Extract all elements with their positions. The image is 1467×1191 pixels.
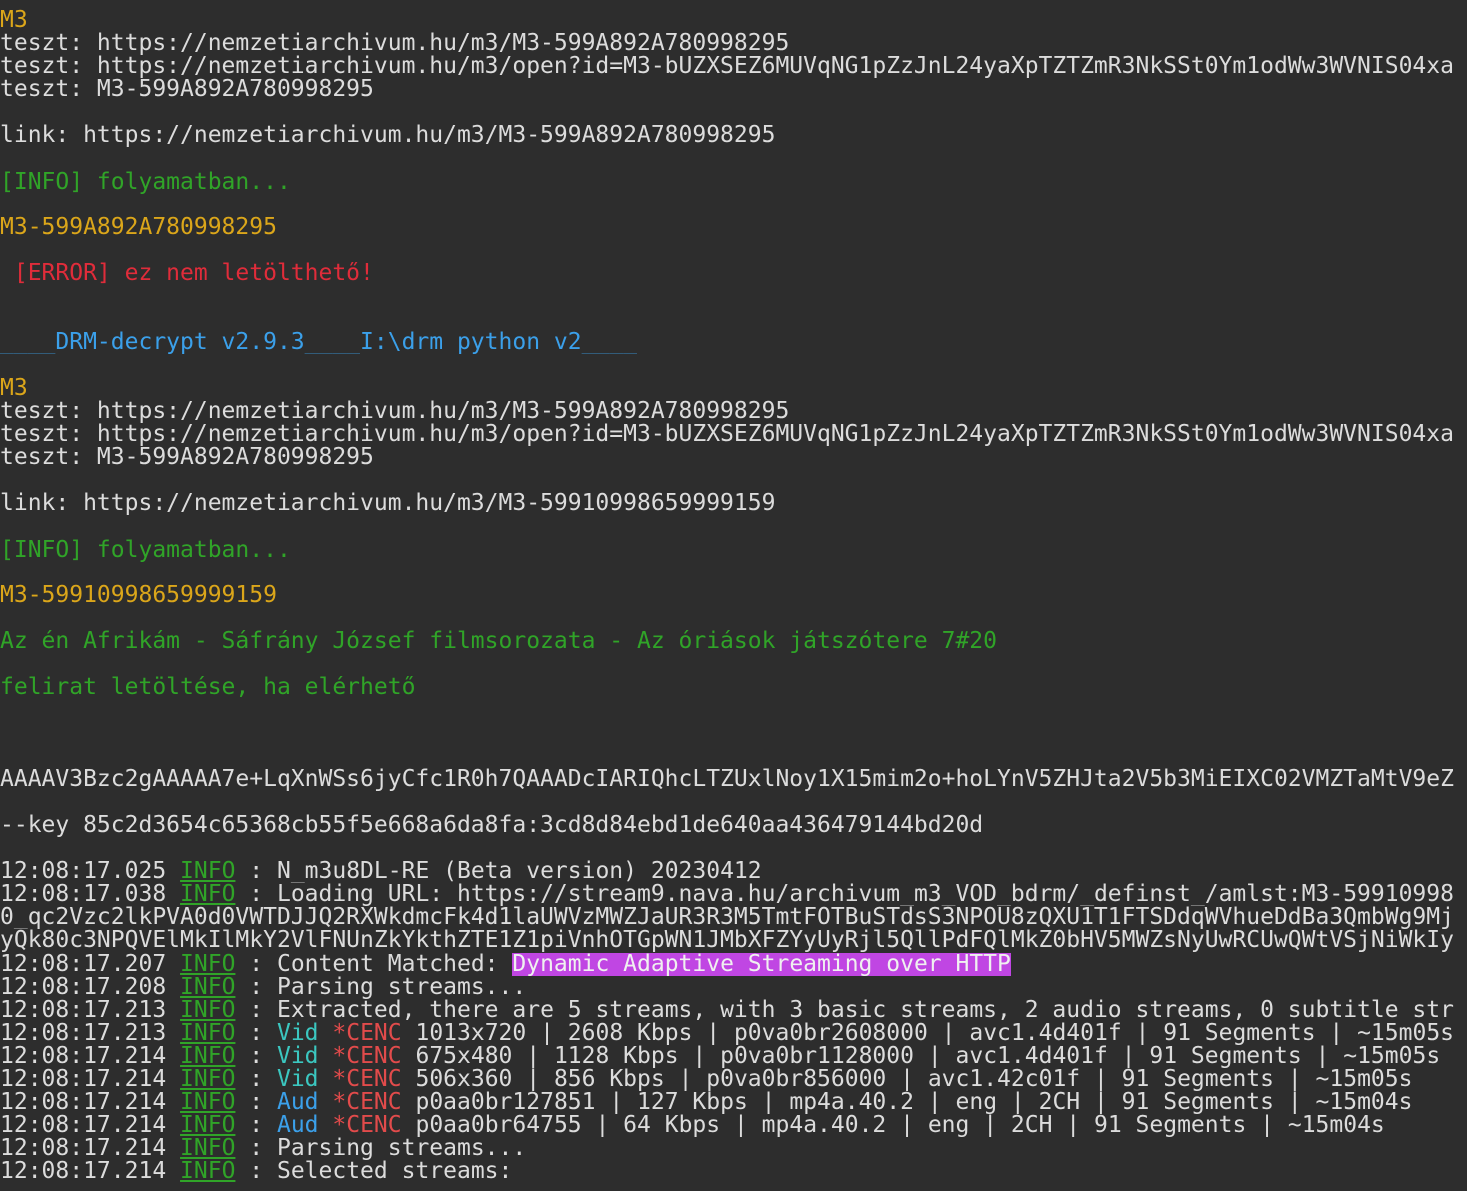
log-time: 12:08:17.214 <box>0 1045 167 1068</box>
episode-title-line: Az én Afrikám - Sáfrány József filmsoroz… <box>0 630 997 653</box>
stream-encryption: *CENC <box>332 1068 402 1091</box>
block1-label: M3 <box>0 9 28 32</box>
log-line: 12:08:17.214 INFO : Parsing streams... <box>0 1137 1467 1160</box>
stream-line: 12:08:17.213 INFO : Vid *CENC 1013x720 |… <box>0 1022 1467 1045</box>
block1-teszt-line-2: teszt: https://nemzetiarchivum.hu/m3/ope… <box>0 55 1454 78</box>
stream-details: 1013x720 | 2608 Kbps | p0va0br2608000 | … <box>401 1022 1455 1045</box>
log-text: N_m3u8DL-RE (Beta version) 20230412 <box>276 860 762 883</box>
stream-kind: Vid <box>276 1068 319 1091</box>
log-level: INFO <box>180 860 236 883</box>
stream-line: 12:08:17.214 INFO : Aud *CENC p0aa0br647… <box>0 1114 1467 1137</box>
log-time: 12:08:17.214 <box>0 1068 167 1091</box>
block2-teszt-line-1: teszt: https://nemzetiarchivum.hu/m3/M3-… <box>0 400 790 423</box>
log-line: 12:08:17.025 INFO : N_m3u8DL-RE (Beta ve… <box>0 860 1467 883</box>
log-text: Extracted, there are 5 streams, with 3 b… <box>276 999 1454 1022</box>
block2-teszt-line-3: teszt: M3-599A892A780998295 <box>0 446 374 469</box>
block2-id-line: M3-59910998659999159 <box>0 584 277 607</box>
log-level: INFO <box>180 1160 236 1183</box>
log-time: 12:08:17.025 <box>0 860 167 883</box>
stream-line: 12:08:17.214 INFO : Vid *CENC 506x360 | … <box>0 1068 1467 1091</box>
log-url-wrap-2: yQk80c3NPQVElMkIlMkY2VlFNUnZkYkthZTE1Z1p… <box>0 929 1454 952</box>
block2-info-line: [INFO] folyamatban... <box>0 539 291 562</box>
log-time: 12:08:17.213 <box>0 1022 167 1045</box>
log-separator: : <box>235 1091 277 1114</box>
version-banner: ____DRM-decrypt v2.9.3____I:\drm python … <box>0 331 637 354</box>
block1-teszt-line-3: teszt: M3-599A892A780998295 <box>0 78 374 101</box>
log-url-wrap-1: 0_qc2Vzc2lkPVA0d0VWTDJJQ2RXWkdmcFk4d1laU… <box>0 906 1454 929</box>
stream-kind: Aud <box>276 1114 319 1137</box>
log-line: 12:08:17.214 INFO : Selected streams: <box>0 1160 1467 1183</box>
block1-teszt-line-1: teszt: https://nemzetiarchivum.hu/m3/M3-… <box>0 32 790 55</box>
log-text: Parsing streams... <box>276 976 527 999</box>
log-level: INFO <box>180 1045 236 1068</box>
log-time: 12:08:17.214 <box>0 1160 167 1183</box>
log-separator: : <box>235 1045 277 1068</box>
block1-id-line: M3-599A892A780998295 <box>0 216 277 239</box>
log-separator: : <box>235 1160 277 1183</box>
subtitle-download-line: felirat letöltése, ha elérhető <box>0 676 416 699</box>
log-separator: : <box>235 883 277 906</box>
content-matched-highlight: Dynamic Adaptive Streaming over HTTP <box>512 953 1011 976</box>
block2-label: M3 <box>0 377 28 400</box>
log-text: Content Matched: <box>276 953 513 976</box>
log-level: INFO <box>180 1068 236 1091</box>
block1-info-line: [INFO] folyamatban... <box>0 171 291 194</box>
stream-details: p0aa0br64755 | 64 Kbps | mp4a.40.2 | eng… <box>401 1114 1385 1137</box>
key-line: --key 85c2d3654c65368cb55f5e668a6da8fa:3… <box>0 814 984 837</box>
log-time: 12:08:17.207 <box>0 953 167 976</box>
pssh-line: AAAAV3Bzc2gAAAAA7e+LqXnWSs6jyCfc1R0h7QAA… <box>0 768 1454 791</box>
block1-error-line: [ERROR] ez nem letölthető! <box>0 262 374 285</box>
log-line: 12:08:17.207 INFO : Content Matched: Dyn… <box>0 953 1467 976</box>
log-separator: : <box>235 976 277 999</box>
log-separator: : <box>235 1114 277 1137</box>
log-level: INFO <box>180 953 236 976</box>
log-time: 12:08:17.213 <box>0 999 167 1022</box>
log-separator: : <box>235 1068 277 1091</box>
log-separator: : <box>235 953 277 976</box>
stream-encryption: *CENC <box>332 1091 402 1114</box>
log-time: 12:08:17.214 <box>0 1091 167 1114</box>
log-time: 12:08:17.038 <box>0 883 167 906</box>
log-level: INFO <box>180 1091 236 1114</box>
log-level: INFO <box>180 883 236 906</box>
log-time: 12:08:17.208 <box>0 976 167 999</box>
log-level: INFO <box>180 999 236 1022</box>
block2-link-line: link: https://nemzetiarchivum.hu/m3/M3-5… <box>0 492 776 515</box>
log-text: Selected streams: <box>276 1160 513 1183</box>
log-separator: : <box>235 1137 277 1160</box>
stream-line: 12:08:17.214 INFO : Aud *CENC p0aa0br127… <box>0 1091 1467 1114</box>
log-line: 12:08:17.213 INFO : Extracted, there are… <box>0 999 1467 1022</box>
stream-details: 675x480 | 1128 Kbps | p0va0br1128000 | a… <box>401 1045 1441 1068</box>
block1-link-line: link: https://nemzetiarchivum.hu/m3/M3-5… <box>0 124 776 147</box>
log-level: INFO <box>180 1022 236 1045</box>
stream-encryption: *CENC <box>332 1022 402 1045</box>
stream-details: 506x360 | 856 Kbps | p0va0br856000 | avc… <box>401 1068 1413 1091</box>
log-level: INFO <box>180 1137 236 1160</box>
log-level: INFO <box>180 976 236 999</box>
log-line: 12:08:17.208 INFO : Parsing streams... <box>0 976 1467 999</box>
log-time: 12:08:17.214 <box>0 1114 167 1137</box>
log-separator: : <box>235 999 277 1022</box>
block2-teszt-line-2: teszt: https://nemzetiarchivum.hu/m3/ope… <box>0 423 1454 446</box>
log-text: Loading URL: https://stream9.nava.hu/arc… <box>276 883 1454 906</box>
stream-details: p0aa0br127851 | 127 Kbps | mp4a.40.2 | e… <box>401 1091 1413 1114</box>
stream-line: 12:08:17.214 INFO : Vid *CENC 675x480 | … <box>0 1045 1467 1068</box>
log-separator: : <box>235 860 277 883</box>
stream-kind: Aud <box>276 1091 319 1114</box>
stream-encryption: *CENC <box>332 1045 402 1068</box>
stream-encryption: *CENC <box>332 1114 402 1137</box>
log-line: 12:08:17.038 INFO : Loading URL: https:/… <box>0 883 1467 906</box>
log-level: INFO <box>180 1114 236 1137</box>
stream-kind: Vid <box>276 1022 319 1045</box>
stream-kind: Vid <box>276 1045 319 1068</box>
log-time: 12:08:17.214 <box>0 1137 167 1160</box>
terminal-window[interactable]: M3 teszt: https://nemzetiarchivum.hu/m3/… <box>0 0 1467 1191</box>
log-text: Parsing streams... <box>276 1137 527 1160</box>
log-separator: : <box>235 1022 277 1045</box>
